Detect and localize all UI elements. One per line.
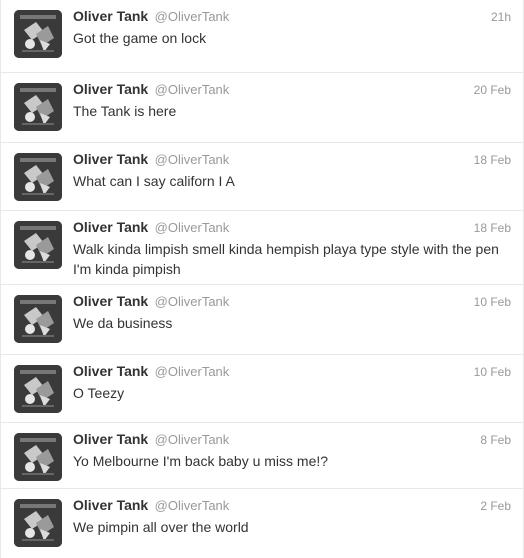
tweet-header: Oliver Tank @OliverTank 18 Feb (73, 219, 511, 239)
tweet-author-handle[interactable]: @OliverTank (155, 82, 230, 97)
tweet-item[interactable]: Oliver Tank @OliverTank 10 Feb O Teezy (1, 354, 523, 422)
tweet-header: Oliver Tank @OliverTank 21h (73, 8, 511, 28)
album-art-avatar-icon (14, 10, 62, 58)
tweet-author-name[interactable]: Oliver Tank (73, 8, 148, 24)
tweet-author-handle[interactable]: @OliverTank (155, 498, 230, 513)
tweet-header: Oliver Tank @OliverTank 2 Feb (73, 497, 511, 517)
avatar[interactable] (14, 365, 62, 413)
tweet-text: We da business (73, 315, 173, 331)
avatar[interactable] (14, 295, 62, 343)
tweet-author-handle[interactable]: @OliverTank (155, 364, 230, 379)
avatar[interactable] (14, 10, 62, 58)
tweet-author-handle[interactable]: @OliverTank (155, 152, 230, 167)
tweet-author-name[interactable]: Oliver Tank (73, 219, 148, 235)
tweet-text: We pimpin all over the world (73, 519, 249, 535)
avatar[interactable] (14, 83, 62, 131)
tweet-timestamp[interactable]: 18 Feb (474, 221, 511, 235)
tweet-item[interactable]: Oliver Tank @OliverTank 10 Feb We da bus… (1, 284, 523, 354)
tweet-text: What can I say californ I A (73, 173, 235, 189)
avatar[interactable] (14, 153, 62, 201)
tweet-timestamp[interactable]: 20 Feb (474, 83, 511, 97)
avatar[interactable] (14, 499, 62, 547)
tweet-author-handle[interactable]: @OliverTank (155, 220, 230, 235)
tweet-item[interactable]: Oliver Tank @OliverTank 2 Feb We pimpin … (1, 488, 523, 558)
tweet-item[interactable]: Oliver Tank @OliverTank 18 Feb What can … (1, 142, 523, 210)
album-art-avatar-icon (14, 153, 62, 201)
tweet-author-handle[interactable]: @OliverTank (155, 9, 230, 24)
tweet-header: Oliver Tank @OliverTank 18 Feb (73, 151, 511, 171)
tweet-item[interactable]: Oliver Tank @OliverTank 18 Feb Walk kind… (1, 210, 523, 284)
tweet-timestamp[interactable]: 8 Feb (480, 433, 511, 447)
tweet-author-handle[interactable]: @OliverTank (155, 294, 230, 309)
tweet-timestamp[interactable]: 18 Feb (474, 153, 511, 167)
tweet-header: Oliver Tank @OliverTank 10 Feb (73, 363, 511, 383)
tweet-text: Got the game on lock (73, 30, 207, 46)
tweet-author-name[interactable]: Oliver Tank (73, 293, 148, 309)
tweet-text: O Teezy (73, 385, 125, 401)
album-art-avatar-icon (14, 499, 62, 547)
tweet-text: Yo Melbourne I'm back baby u miss me!? (73, 453, 329, 469)
tweet-header: Oliver Tank @OliverTank 10 Feb (73, 293, 511, 313)
tweet-author-name[interactable]: Oliver Tank (73, 151, 148, 167)
tweet-author-name[interactable]: Oliver Tank (73, 431, 148, 447)
tweet-item[interactable]: Oliver Tank @OliverTank 20 Feb The Tank … (1, 72, 523, 142)
album-art-avatar-icon (14, 83, 62, 131)
tweet-header: Oliver Tank @OliverTank 8 Feb (73, 431, 511, 451)
tweet-timestamp[interactable]: 10 Feb (474, 295, 511, 309)
album-art-avatar-icon (14, 295, 62, 343)
tweet-author-handle[interactable]: @OliverTank (155, 432, 230, 447)
tweet-author-name[interactable]: Oliver Tank (73, 81, 148, 97)
avatar[interactable] (14, 433, 62, 481)
tweet-author-name[interactable]: Oliver Tank (73, 363, 148, 379)
album-art-avatar-icon (14, 433, 62, 481)
tweet-timestamp[interactable]: 10 Feb (474, 365, 511, 379)
album-art-avatar-icon (14, 221, 62, 269)
tweet-item[interactable]: Oliver Tank @OliverTank 8 Feb Yo Melbour… (1, 422, 523, 488)
tweet-text: Walk kinda limpish smell kinda hempish p… (73, 241, 499, 277)
tweet-text: The Tank is here (73, 103, 177, 119)
tweet-timestamp[interactable]: 21h (491, 10, 511, 24)
tweet-author-name[interactable]: Oliver Tank (73, 497, 148, 513)
tweet-item[interactable]: Oliver Tank @OliverTank 21h Got the game… (1, 0, 523, 72)
tweet-timeline: Oliver Tank @OliverTank 21h Got the game… (0, 0, 524, 558)
tweet-header: Oliver Tank @OliverTank 20 Feb (73, 81, 511, 101)
tweet-timestamp[interactable]: 2 Feb (480, 499, 511, 513)
album-art-avatar-icon (14, 365, 62, 413)
avatar[interactable] (14, 221, 62, 269)
